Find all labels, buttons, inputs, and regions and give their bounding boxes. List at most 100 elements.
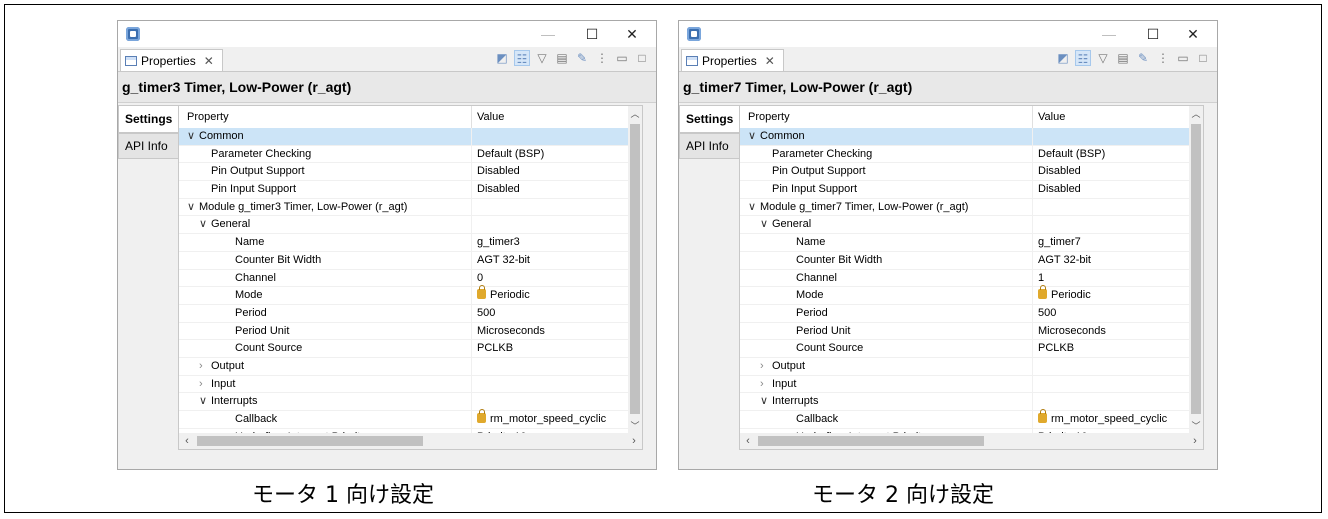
table-row[interactable]: Counter Bit Width AGT 32-bit bbox=[740, 251, 1191, 270]
property-value[interactable]: Default (BSP) bbox=[1038, 146, 1105, 164]
table-row[interactable]: Pin Input Support Disabled bbox=[179, 181, 630, 199]
table-row[interactable]: › Output bbox=[740, 357, 1191, 376]
scroll-up-icon[interactable]: ︿ bbox=[628, 106, 642, 122]
property-value[interactable]: PCLKB bbox=[1038, 340, 1074, 358]
table-row[interactable]: Pin Output Support Disabled bbox=[179, 163, 630, 182]
tab-properties[interactable]: Properties ✕ bbox=[120, 49, 223, 71]
chevron-down-icon[interactable]: ∨ bbox=[187, 199, 199, 217]
table-row[interactable]: Channel 0 bbox=[179, 269, 630, 288]
tab-properties[interactable]: Properties ✕ bbox=[681, 49, 784, 71]
chevron-right-icon[interactable]: › bbox=[760, 376, 772, 394]
property-value[interactable]: g_timer3 bbox=[477, 234, 520, 252]
table-row[interactable]: Name g_timer3 bbox=[179, 234, 630, 252]
chevron-down-icon[interactable]: ∨ bbox=[760, 216, 772, 234]
table-row[interactable]: › Input bbox=[740, 375, 1191, 394]
column-header-value[interactable]: Value bbox=[477, 111, 504, 123]
scroll-right-icon[interactable]: › bbox=[626, 433, 642, 449]
property-value[interactable]: g_timer7 bbox=[1038, 234, 1081, 252]
table-row[interactable]: Mode Periodic bbox=[740, 285, 1191, 305]
table-row[interactable]: Mode Periodic bbox=[179, 285, 630, 305]
table-row[interactable]: Name g_timer7 bbox=[740, 234, 1191, 252]
table-row[interactable]: ∨ Interrupts bbox=[179, 393, 630, 411]
minimize-view-icon[interactable]: ▭ bbox=[614, 50, 630, 66]
restore-default-icon[interactable]: ✎ bbox=[1135, 50, 1151, 66]
restore-default-icon[interactable]: ✎ bbox=[574, 50, 590, 66]
table-row[interactable]: Pin Input Support Disabled bbox=[740, 181, 1191, 199]
minimize-button[interactable]: — bbox=[1089, 21, 1129, 47]
chevron-right-icon[interactable]: › bbox=[760, 358, 772, 376]
close-button[interactable]: ✕ bbox=[1173, 21, 1213, 47]
close-button[interactable]: ✕ bbox=[612, 21, 652, 47]
chevron-right-icon[interactable]: › bbox=[199, 358, 211, 376]
column-header-property[interactable]: Property bbox=[748, 111, 790, 123]
table-row[interactable]: Channel 1 bbox=[740, 269, 1191, 288]
filter-icon[interactable]: ▽ bbox=[1095, 50, 1111, 66]
property-value[interactable]: 500 bbox=[1038, 305, 1056, 323]
scroll-thumb[interactable] bbox=[1191, 124, 1201, 414]
categories-icon[interactable]: ☷ bbox=[1075, 50, 1091, 66]
filter-icon[interactable]: ▽ bbox=[534, 50, 550, 66]
property-value[interactable]: Periodic bbox=[477, 285, 530, 305]
table-row[interactable]: Count Source PCLKB bbox=[179, 340, 630, 358]
table-row[interactable]: Parameter Checking Default (BSP) bbox=[179, 145, 630, 164]
table-row[interactable]: Period Unit Microseconds bbox=[740, 322, 1191, 341]
table-row[interactable]: Pin Output Support Disabled bbox=[740, 163, 1191, 182]
horizontal-scrollbar[interactable]: ‹ › bbox=[179, 433, 642, 449]
property-value[interactable]: rm_motor_speed_cyclic bbox=[1038, 409, 1167, 429]
property-value[interactable]: Disabled bbox=[1038, 163, 1081, 181]
table-row[interactable]: Period 500 bbox=[740, 304, 1191, 323]
property-value[interactable]: AGT 32-bit bbox=[1038, 252, 1091, 270]
minimize-view-icon[interactable]: ▭ bbox=[1175, 50, 1191, 66]
maximize-button[interactable]: ☐ bbox=[572, 21, 612, 47]
scroll-left-icon[interactable]: ‹ bbox=[179, 433, 195, 449]
table-row[interactable]: Parameter Checking Default (BSP) bbox=[740, 145, 1191, 164]
new-window-icon[interactable]: ◩ bbox=[494, 50, 510, 66]
maximize-button[interactable]: ☐ bbox=[1133, 21, 1173, 47]
tab-api-info[interactable]: API Info bbox=[679, 133, 739, 159]
scroll-down-icon[interactable]: ﹀ bbox=[628, 418, 642, 434]
property-value[interactable]: Periodic bbox=[1038, 285, 1091, 305]
chevron-down-icon[interactable]: ∨ bbox=[187, 128, 199, 146]
advanced-icon[interactable]: ▤ bbox=[1115, 50, 1131, 66]
advanced-icon[interactable]: ▤ bbox=[554, 50, 570, 66]
table-row[interactable]: ∨ Common bbox=[740, 128, 1191, 146]
maximize-view-icon[interactable]: □ bbox=[634, 50, 650, 66]
table-row[interactable]: Period 500 bbox=[179, 304, 630, 323]
table-row[interactable]: Callback rm_motor_speed_cyclic bbox=[740, 409, 1191, 429]
chevron-right-icon[interactable]: › bbox=[199, 376, 211, 394]
view-menu-icon[interactable]: ⋮ bbox=[594, 50, 610, 66]
table-row[interactable]: ∨ General bbox=[740, 216, 1191, 235]
scroll-down-icon[interactable]: ﹀ bbox=[1189, 418, 1203, 434]
property-value[interactable]: Microseconds bbox=[477, 323, 545, 341]
tab-api-info[interactable]: API Info bbox=[118, 133, 178, 159]
chevron-down-icon[interactable]: ∨ bbox=[199, 393, 211, 411]
tab-settings[interactable]: Settings bbox=[679, 105, 739, 133]
property-value[interactable]: PCLKB bbox=[477, 340, 513, 358]
property-value[interactable]: Microseconds bbox=[1038, 323, 1106, 341]
table-row[interactable]: Callback rm_motor_speed_cyclic bbox=[179, 409, 630, 429]
table-row[interactable]: › Input bbox=[179, 375, 630, 394]
scroll-thumb[interactable] bbox=[630, 124, 640, 414]
table-row[interactable]: Count Source PCLKB bbox=[740, 340, 1191, 358]
scroll-left-icon[interactable]: ‹ bbox=[740, 433, 756, 449]
property-value[interactable]: AGT 32-bit bbox=[477, 252, 530, 270]
property-value[interactable]: Default (BSP) bbox=[477, 146, 544, 164]
tab-close-icon[interactable]: ✕ bbox=[765, 51, 775, 71]
chevron-down-icon[interactable]: ∨ bbox=[760, 393, 772, 411]
tab-settings[interactable]: Settings bbox=[118, 105, 178, 133]
vertical-scrollbar[interactable]: ︿ ﹀ bbox=[628, 106, 642, 434]
scroll-thumb[interactable] bbox=[197, 436, 423, 446]
chevron-down-icon[interactable]: ∨ bbox=[748, 128, 760, 146]
table-row[interactable]: ∨ Module g_timer7 Timer, Low-Power (r_agt… bbox=[740, 198, 1191, 217]
categories-icon[interactable]: ☷ bbox=[514, 50, 530, 66]
column-header-property[interactable]: Property bbox=[187, 111, 229, 123]
scroll-right-icon[interactable]: › bbox=[1187, 433, 1203, 449]
property-value[interactable]: Disabled bbox=[1038, 181, 1081, 199]
tab-close-icon[interactable]: ✕ bbox=[204, 51, 214, 71]
property-value[interactable]: 500 bbox=[477, 305, 495, 323]
horizontal-scrollbar[interactable]: ‹ › bbox=[740, 433, 1203, 449]
table-row[interactable]: ∨ General bbox=[179, 216, 630, 235]
table-row[interactable]: ∨ Common bbox=[179, 128, 630, 146]
property-value[interactable]: Disabled bbox=[477, 181, 520, 199]
new-window-icon[interactable]: ◩ bbox=[1055, 50, 1071, 66]
